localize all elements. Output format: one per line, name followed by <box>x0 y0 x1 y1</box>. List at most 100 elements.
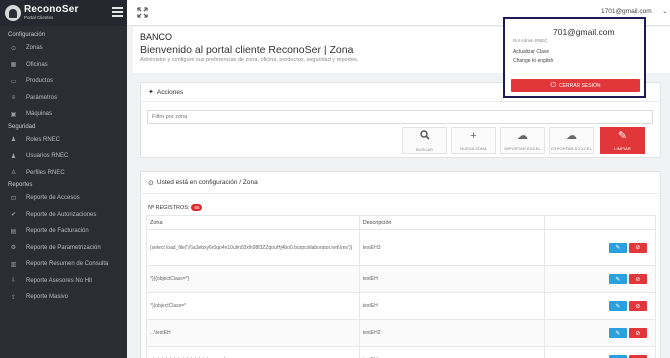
delete-button[interactable]: ⊘ <box>628 301 647 311</box>
sidebar-item-reporte-masivo[interactable]: ⇪ Reporte Masivo <box>0 289 127 306</box>
ban-icon: ⊘ <box>635 276 641 283</box>
sidebar-item-label: Reporte de Parametrización <box>26 244 101 251</box>
change-password-link[interactable]: Actualizar Clave <box>513 49 549 55</box>
sidebar-item-zonas[interactable]: ⊙ Zonas <box>0 40 127 57</box>
sidebar-item-label: Parámetros <box>26 94 58 101</box>
sidebar-item-maquinas[interactable]: ▣ Máquinas <box>0 106 127 123</box>
desktop-icon: ▣ <box>10 111 17 118</box>
table-icon: ▥ <box>10 261 17 268</box>
delete-button[interactable]: ⊘ <box>628 242 647 253</box>
new-zone-button[interactable]: + NUEVA ZONA <box>451 127 496 154</box>
zona-cell: (select load_file('\\\\a3ebxy6r0qo4n10ul… <box>146 229 360 266</box>
page-title: Bienvenido al portal cliente ReconoSer |… <box>140 44 354 56</box>
column-header-zona[interactable]: Zona <box>146 215 360 230</box>
org-name: BANCO <box>140 32 173 42</box>
map-marker-icon: ⊙ <box>148 179 154 187</box>
sidebar-item-label: Oficinas <box>26 61 48 68</box>
ban-icon: ⊘ <box>635 245 641 251</box>
search-button-label: BUSCAR <box>415 146 434 152</box>
sidebar-item-perfiles-rnec[interactable]: ♙ Perfiles RNEC <box>0 165 127 182</box>
brand-logo-icon <box>5 5 21 21</box>
user-group-icon: ♟ <box>10 153 17 160</box>
edit-button[interactable]: ✎ <box>608 328 627 338</box>
user-menu: 701@gmail.com Rol Admin RNEC Actualizar … <box>503 17 646 98</box>
cloud-download-icon: ☁ <box>566 129 577 142</box>
sidebar-item-label: Reporte Masivo <box>26 294 69 301</box>
zones-card: ⊙ Usted está en configuración / Zona Nº … <box>140 171 661 358</box>
delete-button[interactable]: ⊘ <box>628 328 647 338</box>
sidebar-item-label: Reporte de Facturación <box>26 228 89 235</box>
zona-cell: *)(objectClass=* <box>146 292 360 320</box>
pencil-icon: ✎ <box>615 303 621 310</box>
change-language-link[interactable]: Change to english <box>513 58 553 64</box>
sidebar-item-reporte-asesores[interactable]: ⇩ Reporte Asesores No Hit <box>0 273 127 290</box>
table-row: *)(objectClass=* testEH ✎ ⊘ <box>146 292 657 320</box>
hamburger-menu-icon[interactable] <box>112 7 123 17</box>
edit-button[interactable]: ✎ <box>608 274 627 284</box>
descripcion-cell: testEH <box>358 265 545 293</box>
new-zone-button-label: NUEVA ZONA <box>460 145 487 151</box>
cloud-upload-icon: ☁ <box>517 129 528 142</box>
zona-cell: *}{{objectClass=*} <box>146 265 360 293</box>
paint-brush-icon: ✎ <box>617 129 628 142</box>
sidebar-item-label: Reporte de Autorizaciones <box>26 211 97 218</box>
delete-button[interactable]: ⊘ <box>628 274 647 284</box>
sidebar-item-label: Roles RNEC <box>26 136 61 143</box>
import-excel-button[interactable]: ☁ IMPORTAR EXCEL <box>500 127 545 154</box>
brand-name: ReconoSer <box>24 4 79 16</box>
column-header-descripcion[interactable]: Descripción <box>358 215 545 230</box>
clear-button[interactable]: ✎ LIMPIAR <box>600 127 645 154</box>
actions-title: Acciones <box>156 88 184 96</box>
logout-button-label: CERRAR SESIÓN <box>559 82 601 89</box>
sidebar-item-label: Zonas <box>26 45 43 52</box>
sidebar-item-usuarios-rnec[interactable]: ♟ Usuarios RNEC <box>0 148 127 165</box>
export-excel-button-label: EXPORTAR A EXCEL <box>551 145 592 151</box>
ban-icon: ⊘ <box>635 330 641 337</box>
sidebar-item-label: Perfiles RNEC <box>26 169 65 176</box>
brand-subtitle: Portal Clientes <box>24 15 54 21</box>
sidebar-item-reporte-accesos[interactable]: ⊡ Reporte de Accesos <box>0 190 127 207</box>
map-marker-icon: ⊙ <box>10 45 17 52</box>
descripcion-cell: testEH2 <box>358 319 545 347</box>
sidebar-item-label: Reporte Asesores No Hit <box>26 277 93 284</box>
menu-user-email: 701@gmail.com <box>553 27 615 37</box>
zone-filter-input[interactable] <box>147 110 653 124</box>
search-icon <box>419 129 430 143</box>
descripcion-cell: testEH <box>358 292 545 320</box>
building-icon: ▦ <box>10 62 17 69</box>
edit-button[interactable]: ✎ <box>608 242 627 253</box>
logout-button[interactable]: ⏻ CERRAR SESIÓN <box>511 79 640 92</box>
sidebar-item-oficinas[interactable]: ▦ Oficinas <box>0 57 127 74</box>
chevron-down-icon[interactable]: ⌄ <box>662 7 668 15</box>
edit-button[interactable]: ✎ <box>608 301 627 311</box>
pencil-icon: ✎ <box>615 330 621 337</box>
sidebar-item-label: Reporte de Accesos <box>26 195 80 202</box>
import-excel-button-label: IMPORTAR EXCEL <box>504 145 541 151</box>
sidebar-section-title: Configuración <box>8 32 46 38</box>
sidebar-section-title: Reportes <box>8 182 33 188</box>
sidebar-item-reporte-facturacion[interactable]: ▤ Reporte de Facturación <box>0 223 127 240</box>
menu-user-role: Rol Admin RNEC <box>513 38 548 43</box>
expand-icon[interactable] <box>137 7 148 18</box>
file-icon: ▤ <box>10 228 17 235</box>
users-icon: ♟ <box>10 137 17 144</box>
export-excel-button[interactable]: ☁ EXPORTAR A EXCEL <box>549 127 594 154</box>
sidebar-item-reporte-resumen[interactable]: ▥ Reporte Resumen de Consulta <box>0 256 127 273</box>
sidebar-item-reporte-parametrizacion[interactable]: ⚙ Reporte de Parametrización <box>0 240 127 257</box>
config-header: ⊙ Usted está en configuración / Zona <box>141 172 660 194</box>
column-header-actions <box>543 215 657 230</box>
zona-cell: ../../../../../../../../../../../../etc/… <box>146 346 360 358</box>
check-icon: ✔ <box>10 212 17 219</box>
sidebar-item-roles-rnec[interactable]: ♟ Roles RNEC <box>0 132 127 149</box>
sidebar-item-label: Reporte Resumen de Consulta <box>26 261 109 268</box>
sidebar-item-label: Productos <box>26 78 54 85</box>
user-email[interactable]: 1701@gmail.com <box>601 8 652 15</box>
zona-cell: ...\testEH <box>146 319 360 347</box>
sidebar-item-reporte-autorizaciones[interactable]: ✔ Reporte de Autorizaciones <box>0 207 127 224</box>
sidebar-item-productos[interactable]: ▭ Productos <box>0 73 127 90</box>
magic-wand-icon: ✦ <box>148 89 154 96</box>
power-icon: ⏻ <box>550 81 557 89</box>
ban-icon: ⊘ <box>635 303 641 310</box>
search-button[interactable]: BUSCAR <box>402 127 447 154</box>
sidebar-item-parametros[interactable]: ≡ Parámetros <box>0 90 127 107</box>
